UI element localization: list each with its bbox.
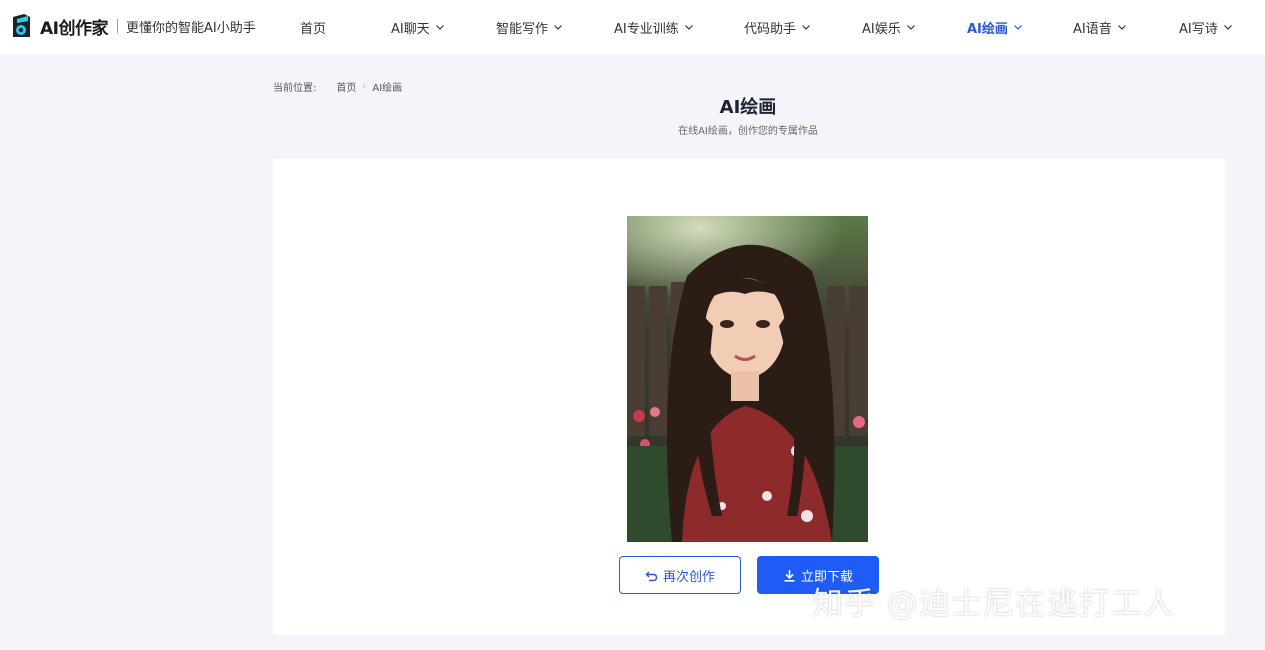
nav-item-home[interactable]: 首页 (300, 17, 326, 37)
nav-label: 代码助手 (744, 21, 797, 37)
nav-item-ai-chat[interactable]: AI聊天 (391, 17, 445, 37)
download-icon (784, 569, 795, 582)
recreate-button-label: 再次创作 (662, 569, 715, 585)
nav-item-ai-voice[interactable]: AI语音 (1073, 17, 1127, 37)
chevron-down-icon (684, 25, 693, 30)
nav-label: 智能写作 (496, 21, 549, 37)
chevron-down-icon (802, 25, 810, 30)
nav-label: AI聊天 (391, 21, 430, 37)
nav-item-ai-poetry[interactable]: AI写诗 (1179, 17, 1233, 37)
page-subtitle: 在线AI绘画，创作您的专属作品 (678, 126, 818, 137)
nav-label: AI语音 (1073, 21, 1112, 37)
page-title: AI绘画 (719, 97, 777, 118)
chevron-down-icon (554, 25, 562, 30)
nav-item-code-assistant[interactable]: 代码助手 (744, 17, 811, 37)
breadcrumb-label: 当前位置: (273, 83, 317, 94)
recreate-button[interactable]: 再次创作 (619, 556, 741, 594)
nav-label: AI绘画 (967, 21, 1008, 37)
chevron-down-icon (1223, 25, 1232, 30)
chevron-down-icon (435, 25, 444, 30)
chevron-down-icon (1117, 25, 1126, 30)
brand-name: AI创作家 (40, 18, 108, 39)
brand[interactable]: AI创作家 更懂你的智能AI小助手 (10, 13, 256, 39)
nav-item-ai-training[interactable]: AI专业训练 (614, 17, 694, 37)
brand-divider (116, 19, 118, 33)
generated-image[interactable] (627, 216, 868, 542)
portrait-illustration (627, 216, 868, 542)
nav-label: AI娱乐 (862, 21, 901, 37)
nav-item-smart-writing[interactable]: 智能写作 (496, 17, 563, 37)
nav-label: 首页 (300, 21, 327, 37)
nav-item-ai-painting[interactable]: AI绘画 (967, 17, 1023, 37)
breadcrumb-item-home[interactable]: 首页 (336, 79, 356, 94)
redo-icon (645, 571, 658, 581)
chevron-down-icon (1013, 25, 1022, 30)
nav-label: AI专业训练 (614, 21, 679, 37)
nav-label: AI写诗 (1179, 21, 1218, 37)
brand-slogan: 更懂你的智能AI小助手 (125, 20, 256, 36)
nav-item-ai-entertainment[interactable]: AI娱乐 (862, 17, 916, 37)
breadcrumb-item-current: AI绘画 (372, 83, 403, 94)
top-navbar: AI创作家 更懂你的智能AI小助手 首页 AI聊天 智能写作 AI专业训练 代码… (0, 0, 1265, 54)
chevron-down-icon (906, 25, 915, 30)
brand-logo-icon (13, 14, 30, 37)
breadcrumb: 当前位置: 首页 › AI绘画 (273, 79, 402, 94)
breadcrumb-separator-icon: › (362, 81, 367, 92)
watermark: 知乎 @迪士尼在逃打工人 (812, 586, 1175, 622)
